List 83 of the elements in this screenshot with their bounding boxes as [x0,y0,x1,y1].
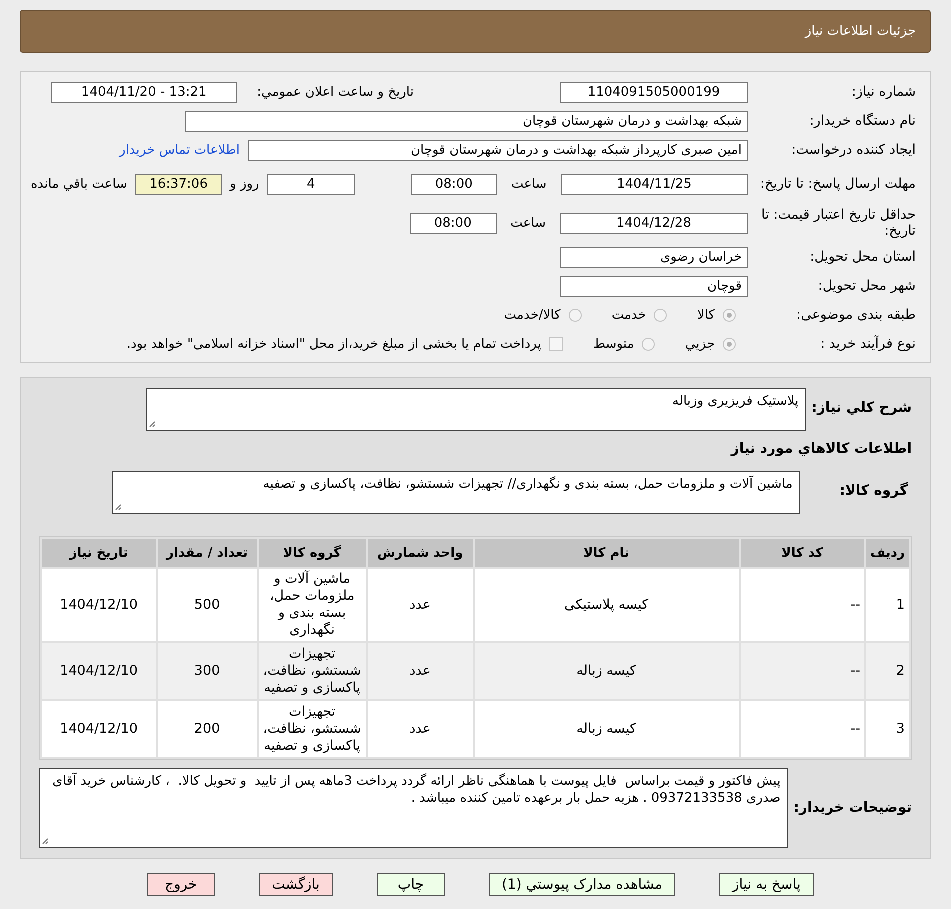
table-cell: عدد [368,569,473,641]
field-label: نام دستگاه خریدار: [808,113,916,129]
field-label: حداقل تاریخ اعتبار قیمت: تا تاریخ: [760,207,916,239]
table-cell: کیسه پلاستیکی [474,569,739,641]
field-label: شماره نیاز: [850,84,916,100]
field-label: توضیحات خریدار: [794,800,912,816]
province-field: خراسان رضوی [560,246,748,268]
field-label: مهلت ارسال پاسخ: تا تاریخ: [759,176,916,192]
table-cell: 300 [158,643,257,699]
section-title: اطلاعات کالاهاي مورد نياز [730,441,912,457]
field-label: ساعت [510,216,546,230]
field-label: ایجاد کننده درخواست: [790,142,916,158]
table-cell: 500 [158,569,257,641]
buyer-org-field: شبکه بهداشت و درمان شهرستان قوچان [185,110,748,132]
table-cell: کیسه زباله [474,643,739,699]
table-cell: ماشین آلات و ملزومات حمل، بسته بندی و نگهداری [258,569,366,641]
radio-label: متوسط [593,336,634,352]
validity-time-field: 08:00 [410,212,497,234]
column-header: گروه کالا [258,539,366,567]
table-cell: 1404/12/10 [42,701,156,757]
field-label: استان محل تحویل: [809,249,916,265]
resize-grip-icon[interactable] [148,421,156,428]
field-label: ساعت باقي مانده [31,176,128,192]
column-header: رديف [866,539,909,567]
column-header: واحد شمارش [368,539,473,567]
radio-label: خدمت [612,308,646,322]
requester-field: امین صبری کارپرداز شبکه بهداشت و درمان شهرستان قوچان [248,140,748,160]
radio-button[interactable] [642,338,656,350]
action-button[interactable]: خروج [147,873,216,896]
field-label: نوع فرآیند خرید : [820,336,916,352]
column-header: تاريخ نياز [42,539,156,567]
buyer-contact-link[interactable]: اطلاعات تماس خریدار [120,142,240,158]
days-field: 4 [267,174,355,194]
table-cell: تجهیزات شستشو، نظافت، پاکسازی و تصفیه [258,701,366,757]
radio-button[interactable] [723,338,736,350]
announce-date-field: 1404/11/20 - 13:21 [51,82,238,102]
table-cell: 1 [866,569,909,641]
action-button[interactable]: چاپ [376,873,445,896]
table-cell: تجهیزات شستشو، نظافت، پاکسازی و تصفیه [258,643,366,699]
city-field: قوچان [560,276,748,296]
table-cell: 2 [866,643,909,699]
radio-label: جزيي [685,336,715,352]
action-button[interactable]: پاسخ به نیاز [719,873,814,896]
validity-date-field: 1404/12/28 [560,212,748,234]
radio-label: کالا [697,308,715,322]
radio-button[interactable] [723,308,736,322]
resize-grip-icon[interactable] [114,504,122,511]
field-label: طبقه بندی موضوعی: [796,307,916,323]
field-label: شهر محل تحویل: [817,278,916,294]
table-cell: عدد [368,701,473,757]
deadline-date-field: 1404/11/25 [560,174,748,194]
buyer-notes-box[interactable]: پیش فاکتور و قیمت براساس فایل پیوست با هماهنگی ناظر ارائه گردد پرداخت 3ماهه پس از تایید و تحویل کالا. ، کارشناس خرید آقای صدری 09372133538 . هزیه حمل بار برعهده تامین کننده میباشد . [39,768,788,848]
resize-grip-icon[interactable] [42,838,49,845]
column-header: نام کالا [474,539,739,567]
radio-label: کالا/خدمت [504,308,561,322]
table-cell: 200 [158,701,257,757]
table-cell: 3 [866,701,909,757]
field-label: شرح کلي نياز: [812,400,912,416]
table-cell: 1404/12/10 [42,643,156,699]
radio-button[interactable] [568,308,582,322]
field-label: ساعت [511,176,547,192]
table-cell: -- [740,643,864,699]
remaining-time-field: 16:37:06 [135,174,222,194]
field-label: تاريخ و ساعت اعلان عمومي: [257,84,414,100]
field-label: روز و [230,176,260,192]
checkbox[interactable] [549,337,564,351]
field-label: گروه کالا: [840,483,908,499]
column-header: کد کالا [740,539,864,567]
need-number-field: 1104091505000199 [560,82,748,102]
page-title: جزئیات اطلاعات نیاز [805,24,916,39]
table-cell: -- [740,701,864,757]
radio-button[interactable] [654,308,668,322]
treasury-note: پرداخت تمام یا بخشی از مبلغ خرید،از محل "اسناد خزانه اسلامی" خواهد بود. [126,336,542,352]
description-box[interactable]: پلاستیک فریزیری وزباله [146,388,806,431]
table-cell: عدد [368,643,473,699]
deadline-time-field: 08:00 [410,174,498,194]
action-button[interactable]: مشاهده مدارک پیوستي (1) [488,873,676,896]
action-button[interactable]: بازگشت [259,873,333,896]
column-header: تعداد / مقدار [158,539,257,567]
table-cell: -- [740,569,864,641]
table-cell: کیسه زباله [474,701,739,757]
goods-group-box[interactable]: ماشین آلات و ملزومات حمل، بسته بندی و نگهداری// تجهیزات شستشو، نظافت، پاکسازی و تصفیه [112,471,800,514]
table-cell: 1404/12/10 [42,569,156,641]
